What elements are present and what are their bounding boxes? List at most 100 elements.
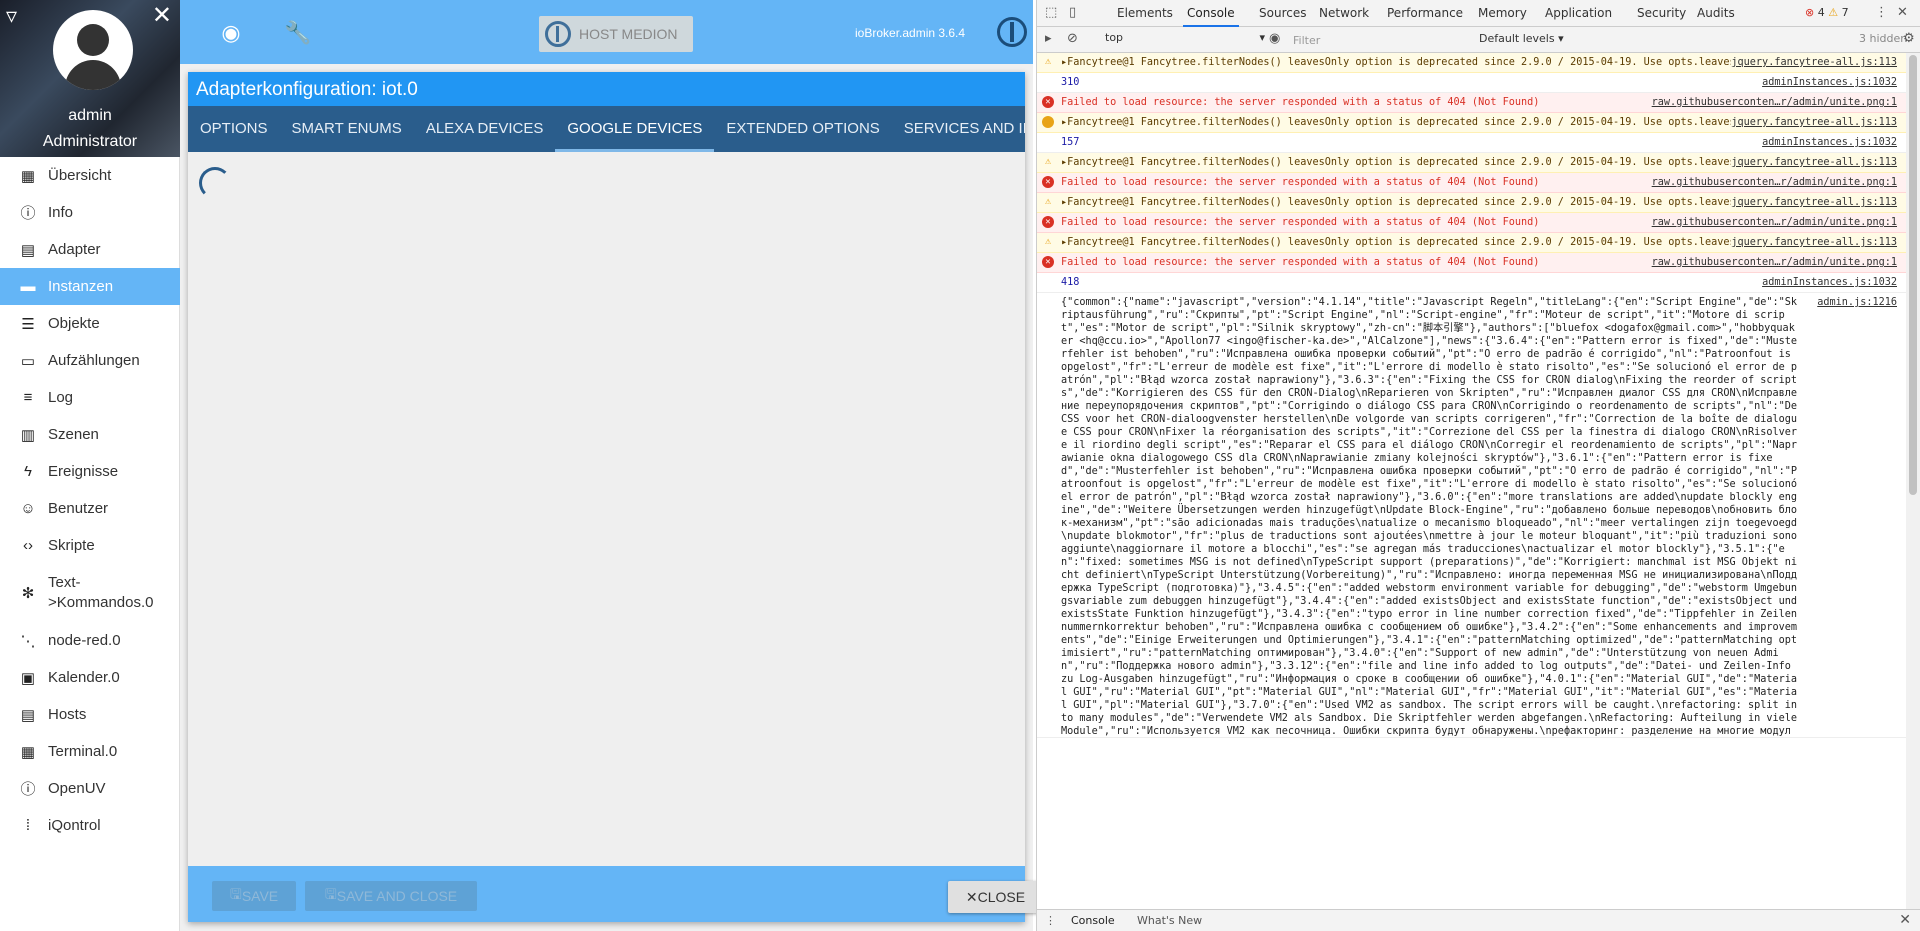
more-icon[interactable]: ⋮	[1875, 5, 1888, 20]
sidebar-item[interactable]: ✻ Text->Kommandos.0	[0, 564, 180, 622]
sidebar-item[interactable]: ▤ Hosts	[0, 696, 180, 733]
console-source-link[interactable]: raw.githubuserconten…r/admin/unite.png:1	[1651, 216, 1897, 229]
issue-counter[interactable]: ⊗ 4 ⚠ 7	[1805, 6, 1849, 19]
console-output[interactable]: ⚠ ▸Fancytree@1 Fancytree.filterNodes() le…	[1037, 53, 1907, 909]
tab-services-and-ifttt[interactable]: SERVICES AND IFTTT	[892, 106, 1025, 152]
settings-gear-icon[interactable]: ⚙	[1903, 31, 1915, 46]
sidebar-item[interactable]: ▭ Aufzählungen	[0, 342, 180, 379]
close-icon[interactable]: ✕	[152, 4, 172, 28]
console-source-link[interactable]: jquery.fancytree-all.js:113	[1731, 196, 1897, 209]
calendar-icon: ▣	[20, 669, 36, 687]
iobroker-logo-icon[interactable]	[997, 17, 1027, 47]
console-message[interactable]: ⚠ ▸Fancytree@1 Fancytree.filterNodes() le…	[1037, 193, 1907, 213]
devtools-tab-memory[interactable]: Memory	[1478, 6, 1527, 20]
devtools-tab-security[interactable]: Security	[1637, 6, 1686, 20]
eye-icon[interactable]: ◉	[218, 20, 244, 46]
console-source-link[interactable]: jquery.fancytree-all.js:113	[1731, 156, 1897, 169]
devtools-tab-performance[interactable]: Performance	[1387, 6, 1463, 20]
console-source-link[interactable]: jquery.fancytree-all.js:113	[1731, 56, 1897, 69]
devtools-tab-elements[interactable]: Elements	[1117, 6, 1173, 20]
drawer-tab-console[interactable]: Console	[1071, 914, 1115, 927]
sidebar: ▿ ✕ admin Administrator ▦ Übersicht ⓘ Info ▤…	[0, 0, 180, 931]
inspect-icon[interactable]: ⬚	[1045, 5, 1057, 20]
avatar[interactable]	[53, 10, 133, 90]
sidebar-item[interactable]: ▥ Szenen	[0, 416, 180, 453]
console-source-link[interactable]: adminInstances.js:1032	[1762, 136, 1897, 149]
devtools-tab-sources[interactable]: Sources	[1259, 6, 1306, 20]
sidebar-item[interactable]: ≡ Log	[0, 379, 180, 416]
console-message[interactable]: 418 adminInstances.js:1032	[1037, 273, 1907, 293]
console-message[interactable]: ⚠ ▸Fancytree@1 Fancytree.filterNodes() le…	[1037, 233, 1907, 253]
console-message[interactable]: 157 adminInstances.js:1032	[1037, 133, 1907, 153]
sidebar-item[interactable]: ϟ Ereignisse	[0, 453, 180, 490]
console-source-link[interactable]: raw.githubuserconten…r/admin/unite.png:1	[1651, 176, 1897, 189]
console-message[interactable]: 310 adminInstances.js:1032	[1037, 73, 1907, 93]
console-source-link[interactable]: admin.js:1216	[1817, 296, 1897, 309]
devtools-drawer: ⋮ Console What's New ✕	[1037, 909, 1920, 931]
sidebar-item-label: Info	[48, 203, 74, 221]
console-message-text: 418	[1061, 277, 1080, 288]
tab-smart-enums[interactable]: SMART ENUMS	[280, 106, 414, 152]
console-filter-input[interactable]	[1289, 31, 1469, 49]
hidden-count: 3 hidden	[1859, 32, 1908, 45]
drawer-menu-icon[interactable]: ⋮	[1045, 914, 1056, 927]
drawer-tab-whats-new[interactable]: What's New	[1137, 914, 1202, 927]
save-button[interactable]: 🖫 SAVE	[212, 881, 296, 911]
console-source-link[interactable]: adminInstances.js:1032	[1762, 76, 1897, 89]
console-message-text: ▸Fancytree@1 Fancytree.filterNodes() lea…	[1061, 197, 1816, 208]
console-source-link[interactable]: raw.githubuserconten…r/admin/unite.png:1	[1651, 96, 1897, 109]
console-source-link[interactable]: jquery.fancytree-all.js:113	[1731, 236, 1897, 249]
sidebar-item[interactable]: ⓘ Info	[0, 194, 180, 231]
console-message[interactable]: 3 ▸Fancytree@1 Fancytree.filterNodes() le…	[1037, 113, 1907, 133]
sidebar-item[interactable]: ⁞ iQontrol	[0, 807, 180, 844]
tab-alexa-devices[interactable]: ALEXA DEVICES	[414, 106, 556, 152]
scrollbar-thumb[interactable]	[1909, 55, 1917, 495]
close-devtools-icon[interactable]: ✕	[1897, 5, 1908, 20]
node-icon: ⋱	[20, 632, 36, 650]
sidebar-item[interactable]: ▦ Übersicht	[0, 157, 180, 194]
sidebar-item[interactable]: ▬ Instanzen	[0, 268, 180, 305]
sidebar-item[interactable]: ☺ Benutzer	[0, 490, 180, 527]
sidebar-item[interactable]: ▤ Adapter	[0, 231, 180, 268]
console-message[interactable]: ✕ Failed to load resource: the server res…	[1037, 253, 1907, 273]
console-message[interactable]: ✕ Failed to load resource: the server res…	[1037, 173, 1907, 193]
console-message[interactable]: ✕ Failed to load resource: the server res…	[1037, 213, 1907, 233]
device-toolbar-icon[interactable]: ▯	[1069, 5, 1076, 20]
sidebar-item[interactable]: ‹› Skripte	[0, 527, 180, 564]
console-message[interactable]: ⚠ ▸Fancytree@1 Fancytree.filterNodes() le…	[1037, 53, 1907, 73]
clear-console-icon[interactable]: ⊘	[1067, 31, 1078, 46]
devtools-tab-application[interactable]: Application	[1545, 6, 1612, 20]
close-button[interactable]: ✕ CLOSE	[948, 881, 1043, 913]
console-message-text: Failed to load resource: the server resp…	[1061, 97, 1540, 108]
repeat-count-badge: 3	[1042, 116, 1054, 128]
sidebar-item[interactable]: ⓘ OpenUV	[0, 770, 180, 807]
live-expression-eye-icon[interactable]: ◉	[1269, 31, 1280, 46]
close-drawer-icon[interactable]: ✕	[1899, 912, 1911, 928]
tab-extended-options[interactable]: EXTENDED OPTIONS	[714, 106, 891, 152]
console-message[interactable]: ⚠ ▸Fancytree@1 Fancytree.filterNodes() le…	[1037, 153, 1907, 173]
sidebar-item[interactable]: ▦ Terminal.0	[0, 733, 180, 770]
console-message-text: {"common":{"name":"javascript","version"…	[1061, 297, 1798, 737]
tab-options[interactable]: OPTIONS	[188, 106, 280, 152]
console-message-json[interactable]: {"common":{"name":"javascript","version"…	[1037, 293, 1907, 738]
wrench-icon[interactable]: 🔧	[284, 20, 311, 46]
sidebar-item[interactable]: ▣ Kalender.0	[0, 659, 180, 696]
console-scrollbar[interactable]	[1906, 53, 1920, 909]
console-source-link[interactable]: raw.githubuserconten…r/admin/unite.png:1	[1651, 256, 1897, 269]
devtools-tab-network[interactable]: Network	[1319, 6, 1369, 20]
context-select[interactable]: top ▾	[1105, 31, 1265, 49]
sidebar-toggle-icon[interactable]: ▸	[1045, 31, 1052, 46]
devtools-tab-console[interactable]: Console	[1183, 6, 1239, 27]
host-button[interactable]: HOST MEDION	[539, 16, 693, 52]
devtools-tab-audits[interactable]: Audits	[1697, 6, 1735, 20]
console-message[interactable]: ✕ Failed to load resource: the server res…	[1037, 93, 1907, 113]
iobroker-logo-icon[interactable]: ▿	[6, 5, 17, 27]
save-and-close-button[interactable]: 🖫 SAVE AND CLOSE	[305, 881, 477, 911]
sidebar-item[interactable]: ⋱ node-red.0	[0, 622, 180, 659]
log-levels-select[interactable]: Default levels ▾	[1479, 32, 1564, 45]
info-icon: ⓘ	[20, 205, 36, 222]
console-source-link[interactable]: jquery.fancytree-all.js:113	[1731, 116, 1897, 129]
console-source-link[interactable]: adminInstances.js:1032	[1762, 276, 1897, 289]
sidebar-item[interactable]: ☰ Objekte	[0, 305, 180, 342]
tab-google-devices[interactable]: GOOGLE DEVICES	[555, 106, 715, 152]
